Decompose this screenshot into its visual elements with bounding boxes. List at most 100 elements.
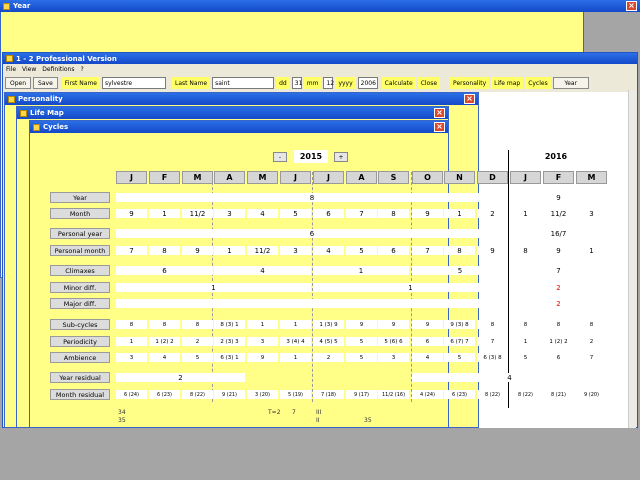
row-label-personal-month: Personal month xyxy=(50,245,110,256)
personal-month-value: 1 xyxy=(214,246,245,255)
close-icon[interactable]: × xyxy=(434,122,445,132)
personal-month-value: 9 xyxy=(182,246,213,255)
last-name-input[interactable]: saint xyxy=(212,77,275,89)
year-button[interactable]: Year xyxy=(552,77,589,89)
periodicity-value: 1 (2) 2 xyxy=(149,337,180,346)
month-residual-value: 9 (20) xyxy=(576,390,607,399)
close-icon[interactable]: × xyxy=(626,1,637,11)
open-button[interactable]: Open xyxy=(5,77,32,89)
life-map-button[interactable]: Life map xyxy=(491,77,524,89)
periodicity-value: 3 (4) 4 xyxy=(280,337,311,346)
personal-month-value: 1 xyxy=(576,246,607,255)
month-value: 1 xyxy=(444,209,475,218)
year-title: Year xyxy=(13,2,31,10)
personality-titlebar[interactable]: Personality × xyxy=(5,93,478,105)
month-value: 3 xyxy=(214,209,245,218)
personal-month-value: 8 xyxy=(149,246,180,255)
cycles-button[interactable]: Cycles xyxy=(525,77,551,89)
dd-input[interactable]: 31 xyxy=(291,77,302,89)
sub-cycle-value: 1 (3) 9 xyxy=(313,320,344,329)
menu-file[interactable]: File xyxy=(6,66,16,73)
sub-cycle-value: 9 xyxy=(346,320,377,329)
calculate-button[interactable]: Calculate xyxy=(381,77,416,89)
personal-month-value: 8 xyxy=(444,246,475,255)
behind-35: 35 xyxy=(364,417,372,424)
life-map-title: Life Map xyxy=(30,109,64,117)
mm-input[interactable]: 12 xyxy=(323,77,334,89)
yyyy-input[interactable]: 2006 xyxy=(357,77,378,89)
periodicity-value: 3 xyxy=(247,337,278,346)
sub-cycle-value: 1 xyxy=(280,320,311,329)
year-residual-value: 4 xyxy=(412,373,607,382)
month-header: S xyxy=(378,171,409,184)
month-value: 8 xyxy=(378,209,409,218)
major-diff-value: 2 xyxy=(510,299,607,308)
month-residual-value: 9 (17) xyxy=(346,390,377,399)
month-value: 1 xyxy=(149,209,180,218)
month-value: 2 xyxy=(477,209,508,218)
sub-cycle-value: 8 (3) 1 xyxy=(214,320,245,329)
periodicity-value: 7 xyxy=(477,337,508,346)
personal-month-value: 3 xyxy=(280,246,311,255)
first-name-input[interactable]: sylvestre xyxy=(102,77,167,89)
month-value: 4 xyxy=(247,209,278,218)
behind-line-35: 35 xyxy=(118,417,126,424)
year-residual-value: 2 xyxy=(116,373,245,382)
behind-ii: II xyxy=(316,417,320,424)
personal-month-value: 11/2 xyxy=(247,246,278,255)
ambience-value: 4 xyxy=(149,353,180,362)
year-value: 8 xyxy=(116,193,508,202)
cycles-titlebar[interactable]: Cycles × xyxy=(30,121,448,133)
periodicity-value: 1 xyxy=(116,337,147,346)
personal-month-value: 5 xyxy=(346,246,377,255)
month-value: 11/2 xyxy=(182,209,213,218)
sub-cycle-value: 8 xyxy=(510,320,541,329)
save-button[interactable]: Save xyxy=(33,77,58,89)
menu-definitions[interactable]: Definitions xyxy=(42,66,74,73)
sub-cycle-value: 9 xyxy=(412,320,443,329)
prev-year-button[interactable]: - xyxy=(273,152,287,162)
month-header: D xyxy=(477,171,508,184)
month-residual-value: 8 (21) xyxy=(543,390,574,399)
life-map-titlebar[interactable]: Life Map × xyxy=(17,107,448,119)
window-icon xyxy=(20,109,27,117)
personal-year-value: 6 xyxy=(116,229,508,238)
ambience-value: 7 xyxy=(576,353,607,362)
close-icon[interactable]: × xyxy=(434,108,445,118)
personality-button[interactable]: Personality xyxy=(450,77,490,89)
month-residual-value: 9 (21) xyxy=(214,390,245,399)
row-label-year-residual: Year residual xyxy=(50,372,110,383)
sub-cycle-value: 8 xyxy=(182,320,213,329)
periodicity-value: 5 xyxy=(346,337,377,346)
row-label-major-diff: Major diff. xyxy=(50,298,110,309)
periodicity-value: 2 xyxy=(182,337,213,346)
behind-iii: III xyxy=(316,409,322,416)
ambience-value: 6 xyxy=(543,353,574,362)
row-label-personal-year: Personal year xyxy=(50,228,110,239)
close-button[interactable]: Close xyxy=(417,77,441,89)
climax-value: 1 xyxy=(313,266,409,275)
ambience-value: 4 xyxy=(412,353,443,362)
month-residual-value: 6 (24) xyxy=(116,390,147,399)
sub-cycle-value: 8 xyxy=(576,320,607,329)
year-label-2015: 2015 xyxy=(294,150,328,163)
climax-value: 4 xyxy=(214,266,311,275)
year-titlebar[interactable]: Year × xyxy=(0,0,640,12)
ambience-value: 1 xyxy=(280,353,311,362)
month-value: 3 xyxy=(576,209,607,218)
close-icon[interactable]: × xyxy=(464,94,475,104)
yyyy-label: yyyy xyxy=(335,77,356,89)
app-icon xyxy=(6,55,13,62)
sub-cycle-value: 9 (3) 8 xyxy=(444,320,475,329)
month-value: 6 xyxy=(313,209,344,218)
vertical-scrollbar[interactable] xyxy=(628,90,636,428)
menu-view[interactable]: View xyxy=(22,66,36,73)
month-residual-value: 5 (19) xyxy=(280,390,311,399)
next-year-button[interactable]: + xyxy=(334,152,348,162)
window-icon xyxy=(33,123,40,131)
year-value: 9 xyxy=(510,193,607,202)
menu-help[interactable]: ? xyxy=(80,66,83,73)
ambience-value: 3 xyxy=(378,353,409,362)
row-label-climaxes: Climaxes xyxy=(50,265,110,276)
row-label-year: Year xyxy=(50,192,110,203)
